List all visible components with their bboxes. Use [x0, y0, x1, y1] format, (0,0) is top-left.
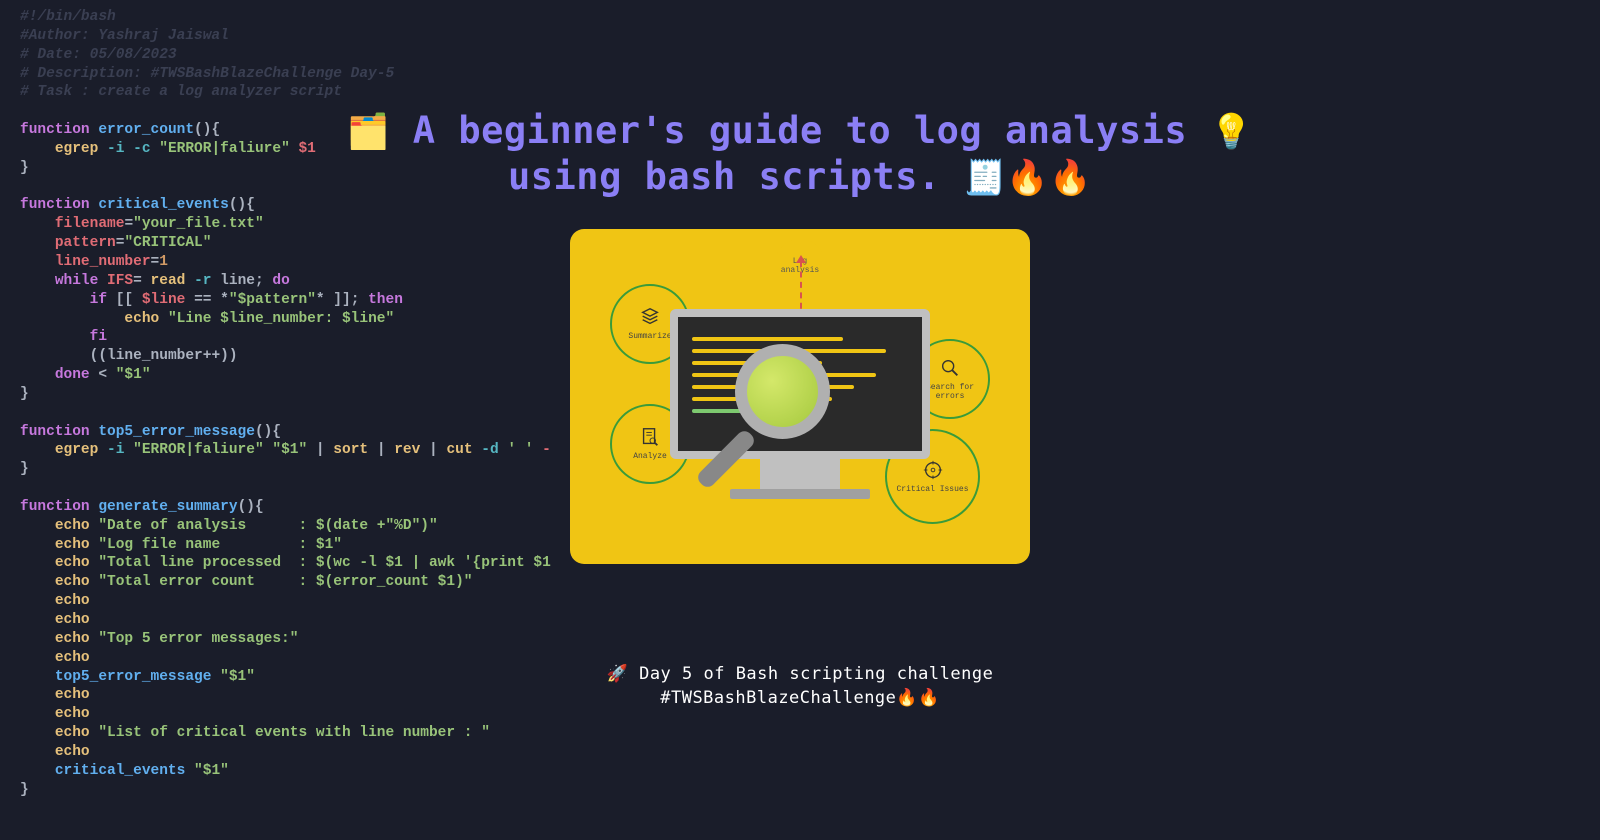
monitor-stand	[760, 459, 840, 489]
magnifier-graphic	[735, 344, 830, 439]
subtitle: 🚀 Day 5 of Bash scripting challenge #TWS…	[607, 662, 994, 711]
gear-label: Analyze	[633, 452, 667, 461]
fire-icon: 🔥🔥	[1006, 158, 1092, 198]
folder-icon: 🗂️	[347, 112, 390, 152]
content-overlay: 🗂️ A beginner's guide to log analysis 💡 …	[0, 0, 1600, 840]
main-title: 🗂️ A beginner's guide to log analysis 💡 …	[347, 108, 1253, 201]
gear-label: Summarize	[628, 332, 671, 341]
receipt-icon: 🧾	[964, 158, 1007, 198]
fire-icon: 🔥🔥	[896, 688, 939, 708]
rocket-icon: 🚀	[607, 664, 629, 684]
magnifier-icon	[939, 357, 961, 379]
document-search-icon	[639, 426, 661, 448]
hero-graphic: Log analysis Summarize Analyze Search fo…	[570, 229, 1030, 564]
bulb-icon: 💡	[1210, 112, 1253, 152]
layers-icon	[639, 306, 661, 328]
